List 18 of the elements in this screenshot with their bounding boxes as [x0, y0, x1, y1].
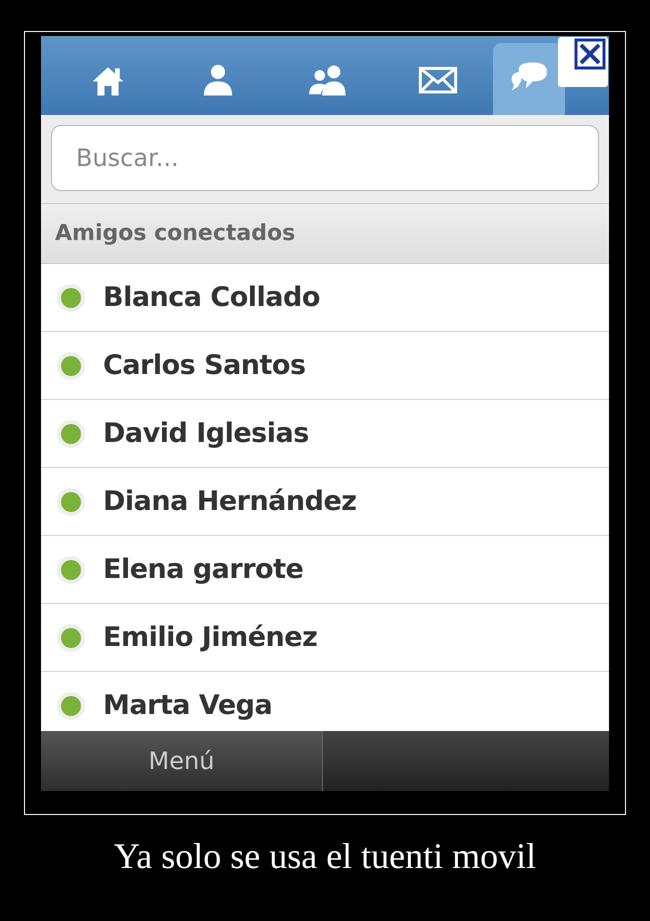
search-field[interactable]: Buscar... — [51, 125, 599, 191]
friend-row[interactable]: Blanca Collado — [41, 264, 609, 332]
friend-name: Carlos Santos — [103, 350, 306, 381]
friend-row[interactable]: Carlos Santos — [41, 332, 609, 400]
section-title: Amigos conectados — [55, 221, 296, 246]
poster-caption: Ya solo se usa el tuenti movil — [114, 835, 536, 877]
friend-name: Elena garrote — [103, 554, 304, 585]
friend-name: David Iglesias — [103, 418, 309, 449]
friend-name: Blanca Collado — [103, 282, 320, 313]
menu-button[interactable]: Menú — [41, 731, 323, 791]
friend-name: Diana Hernández — [103, 486, 356, 517]
friend-name: Marta Vega — [103, 690, 272, 721]
close-icon[interactable] — [557, 36, 609, 88]
friend-row[interactable]: Diana Hernández — [41, 468, 609, 536]
friend-row[interactable]: David Iglesias — [41, 400, 609, 468]
friend-row[interactable]: Elena garrote — [41, 536, 609, 604]
friend-row[interactable]: Emilio Jiménez — [41, 604, 609, 672]
friend-name: Emilio Jiménez — [103, 622, 318, 653]
